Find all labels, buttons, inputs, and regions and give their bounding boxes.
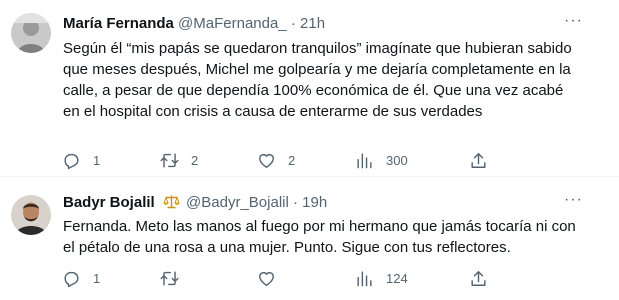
views-chart-icon bbox=[357, 270, 372, 286]
views-button[interactable]: 300 bbox=[355, 148, 408, 172]
views-chart-icon bbox=[357, 152, 372, 168]
scales-emoji-icon bbox=[163, 194, 180, 216]
retweet-count: 2 bbox=[191, 152, 199, 168]
share-button[interactable] bbox=[469, 148, 488, 172]
share-button[interactable] bbox=[469, 266, 488, 290]
like-button[interactable] bbox=[257, 266, 288, 290]
reply-icon bbox=[64, 153, 79, 169]
separator-dot: · bbox=[293, 194, 298, 211]
retweet-icon bbox=[160, 152, 179, 168]
avatar[interactable] bbox=[11, 195, 51, 235]
heart-icon bbox=[259, 153, 274, 168]
view-count: 300 bbox=[386, 152, 408, 168]
heart-icon bbox=[259, 271, 274, 286]
separator-dot: · bbox=[290, 15, 296, 32]
tweet-header: María Fernanda @MaFernanda_ · 21h bbox=[63, 14, 325, 34]
timestamp[interactable]: 21h bbox=[300, 15, 325, 32]
tweet[interactable]: María Fernanda @MaFernanda_ · 21h ··· Se… bbox=[0, 0, 619, 177]
user-handle[interactable]: @Badyr_Bojalil bbox=[186, 194, 289, 211]
display-name[interactable]: Badyr Bojalil bbox=[63, 194, 155, 211]
reply-button[interactable]: 1 bbox=[62, 266, 100, 290]
reply-count: 1 bbox=[93, 270, 101, 286]
tweet[interactable]: Badyr Bojalil @Badyr_Bojalil · 19h ··· F… bbox=[0, 177, 619, 300]
avatar-image bbox=[11, 195, 51, 235]
retweet-button[interactable] bbox=[160, 266, 191, 290]
user-handle[interactable]: @MaFernanda_ bbox=[178, 15, 287, 32]
share-icon bbox=[471, 270, 486, 286]
tweet-text: Fernanda. Meto las manos al fuego por mi… bbox=[63, 218, 576, 256]
retweet-icon bbox=[160, 270, 179, 286]
view-count: 124 bbox=[386, 270, 408, 286]
tweet-header: Badyr Bojalil @Badyr_Bojalil · 19h bbox=[63, 193, 327, 216]
display-name[interactable]: María Fernanda bbox=[63, 15, 174, 32]
timestamp[interactable]: 19h bbox=[302, 194, 327, 211]
views-button[interactable]: 124 bbox=[355, 266, 408, 290]
retweet-button[interactable]: 2 bbox=[160, 148, 198, 172]
more-options-icon[interactable]: ··· bbox=[564, 191, 583, 209]
like-button[interactable]: 2 bbox=[257, 148, 295, 172]
reply-button[interactable]: 1 bbox=[62, 148, 100, 172]
share-icon bbox=[471, 152, 486, 168]
tweet-text: Según él “mis papás se quedaron tranquil… bbox=[63, 40, 572, 120]
like-count: 2 bbox=[288, 152, 296, 168]
reply-count: 1 bbox=[93, 152, 101, 168]
avatar-image bbox=[11, 13, 51, 53]
reply-icon bbox=[64, 271, 79, 287]
avatar[interactable] bbox=[11, 13, 51, 53]
more-options-icon[interactable]: ··· bbox=[564, 12, 583, 30]
